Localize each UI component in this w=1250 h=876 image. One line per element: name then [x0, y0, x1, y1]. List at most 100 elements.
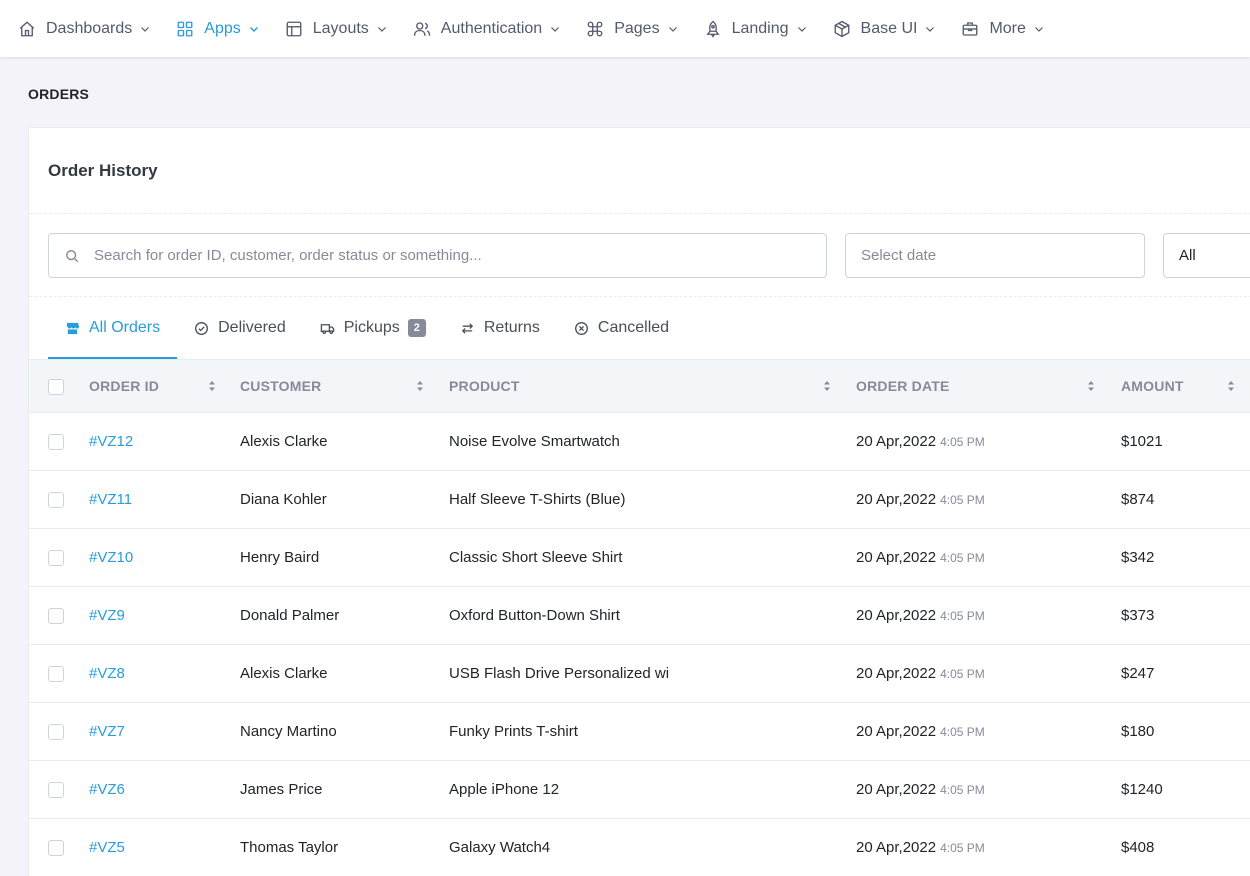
- nav-more[interactable]: More: [961, 0, 1043, 57]
- order-id-link[interactable]: #VZ10: [89, 549, 133, 566]
- amount-cell: $1021: [1121, 412, 1250, 471]
- row-select-cell: [29, 760, 89, 819]
- row-select-cell: [29, 528, 89, 587]
- tab-returns[interactable]: Returns: [443, 297, 557, 359]
- card-header: Order History: [29, 128, 1250, 214]
- nav-authentication[interactable]: Authentication: [413, 0, 560, 57]
- search-box[interactable]: [48, 233, 827, 278]
- sort-icon[interactable]: [416, 380, 424, 392]
- tab-delivered[interactable]: Delivered: [177, 297, 303, 359]
- date-input[interactable]: [861, 247, 1144, 264]
- column-header-order-id[interactable]: ORDER ID: [89, 359, 240, 413]
- row-checkbox[interactable]: [48, 666, 64, 683]
- users-icon: [413, 20, 431, 38]
- column-header-product[interactable]: PRODUCT: [449, 359, 856, 413]
- orders-table: ORDER ID CUSTOMER PRODUCT ORDER DATE AMO…: [29, 359, 1250, 876]
- table-row: #VZ12 Alexis Clarke Noise Evolve Smartwa…: [29, 412, 1250, 471]
- amount-cell: $342: [1121, 528, 1250, 587]
- order-time: 4:05 PM: [940, 783, 985, 797]
- row-checkbox[interactable]: [48, 724, 64, 741]
- table-row: #VZ6 James Price Apple iPhone 12 20 Apr,…: [29, 760, 1250, 819]
- column-header-customer[interactable]: CUSTOMER: [240, 359, 449, 413]
- order-id-link[interactable]: #VZ9: [89, 607, 125, 624]
- order-date: 20 Apr,2022: [856, 781, 937, 798]
- nav-label: Layouts: [312, 19, 369, 37]
- order-id-link[interactable]: #VZ6: [89, 781, 125, 798]
- row-select-cell: [29, 412, 89, 471]
- order-id-link[interactable]: #VZ8: [89, 665, 125, 682]
- select-all-cell: [29, 359, 89, 413]
- nav-dashboards[interactable]: Dashboards: [18, 0, 150, 57]
- column-label: ORDER ID: [89, 378, 160, 394]
- row-checkbox[interactable]: [48, 434, 64, 451]
- filter-row: All: [29, 214, 1250, 297]
- product-cell: Half Sleeve T-Shirts (Blue): [449, 470, 856, 529]
- order-id-link[interactable]: #VZ12: [89, 433, 133, 450]
- grid-icon: [176, 20, 194, 38]
- chevron-down-icon: [377, 24, 387, 34]
- table-row: #VZ10 Henry Baird Classic Short Sleeve S…: [29, 528, 1250, 587]
- amount-cell: $180: [1121, 702, 1250, 761]
- tab-label: Pickups: [343, 319, 400, 336]
- select-all-checkbox[interactable]: [48, 378, 64, 395]
- nav-pages[interactable]: Pages: [586, 0, 677, 57]
- order-date: 20 Apr,2022: [856, 433, 937, 450]
- layout-icon: [285, 20, 303, 38]
- order-date: 20 Apr,2022: [856, 839, 937, 856]
- column-header-amount[interactable]: AMOUNT: [1121, 359, 1250, 413]
- product-cell: Funky Prints T-shirt: [449, 702, 856, 761]
- close-circle-icon: [574, 321, 589, 336]
- row-checkbox[interactable]: [48, 608, 64, 625]
- column-header-order-date[interactable]: ORDER DATE: [856, 359, 1121, 413]
- order-date: 20 Apr,2022: [856, 607, 937, 624]
- table-row: #VZ8 Alexis Clarke USB Flash Drive Perso…: [29, 644, 1250, 703]
- row-checkbox[interactable]: [48, 782, 64, 799]
- nav-label: Pages: [614, 19, 660, 37]
- nav-layouts[interactable]: Layouts: [285, 0, 387, 57]
- tab-label: Cancelled: [597, 319, 670, 336]
- sort-icon[interactable]: [823, 380, 831, 392]
- customer-cell: Henry Baird: [240, 528, 449, 587]
- order-id-link[interactable]: #VZ11: [89, 491, 132, 508]
- tab-label: Returns: [483, 319, 540, 336]
- status-select[interactable]: All: [1163, 233, 1250, 278]
- order-id-link[interactable]: #VZ5: [89, 839, 125, 856]
- nav-label: Apps: [204, 19, 241, 37]
- order-time: 4:05 PM: [940, 667, 985, 681]
- tab-pickups[interactable]: Pickups 2: [303, 297, 443, 359]
- nav-base-ui[interactable]: Base UI: [833, 0, 936, 57]
- row-select-cell: [29, 702, 89, 761]
- chevron-down-icon: [140, 24, 150, 34]
- top-navigation: Dashboards Apps Layouts Authentication P…: [0, 0, 1250, 57]
- briefcase-icon: [961, 20, 979, 38]
- tab-all-orders[interactable]: All Orders: [48, 297, 178, 359]
- row-checkbox[interactable]: [48, 492, 64, 509]
- row-checkbox[interactable]: [48, 550, 64, 567]
- search-input[interactable]: [94, 247, 826, 264]
- nav-landing[interactable]: Landing: [704, 0, 807, 57]
- row-checkbox[interactable]: [48, 840, 64, 857]
- table-row: #VZ11 Diana Kohler Half Sleeve T-Shirts …: [29, 470, 1250, 529]
- amount-cell: $373: [1121, 586, 1250, 645]
- order-time: 4:05 PM: [940, 551, 985, 565]
- nav-label: Authentication: [440, 19, 543, 37]
- sort-icon[interactable]: [208, 380, 216, 392]
- order-tabs: All Orders Delivered Pickups 2 Returns C…: [29, 297, 1250, 359]
- card-title: Order History: [48, 160, 158, 180]
- nav-label: Base UI: [860, 19, 918, 37]
- order-id-link[interactable]: #VZ7: [89, 723, 125, 740]
- sort-icon[interactable]: [1227, 380, 1235, 392]
- column-label: CUSTOMER: [240, 378, 322, 394]
- sort-icon[interactable]: [1087, 380, 1095, 392]
- customer-cell: Donald Palmer: [240, 586, 449, 645]
- product-cell: Apple iPhone 12: [449, 760, 856, 819]
- tab-cancelled[interactable]: Cancelled: [557, 297, 686, 359]
- product-cell: Classic Short Sleeve Shirt: [449, 528, 856, 587]
- nav-label: Landing: [731, 19, 789, 37]
- date-picker[interactable]: [845, 233, 1145, 278]
- nav-apps[interactable]: Apps: [176, 0, 258, 57]
- column-label: AMOUNT: [1121, 378, 1184, 394]
- column-label: PRODUCT: [449, 378, 520, 394]
- customer-cell: Diana Kohler: [240, 470, 449, 529]
- order-history-card: Order History All All Orders Delivered: [28, 127, 1250, 876]
